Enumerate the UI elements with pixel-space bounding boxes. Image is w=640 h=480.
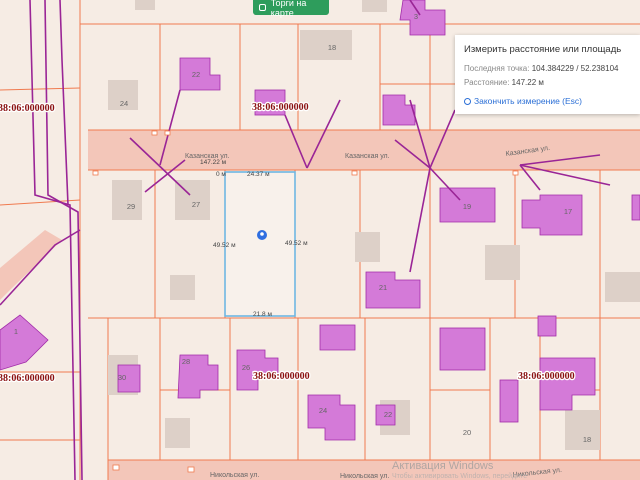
cadastral-zone-label: 38:06:000000 — [518, 371, 575, 382]
last-point-row: Последняя точка: 104.384229 / 52.238104 — [464, 64, 618, 73]
svg-text:24: 24 — [319, 406, 327, 415]
road-kazanskaya — [88, 130, 640, 170]
location-pin[interactable] — [257, 230, 267, 240]
distance-label: Расстояние: — [464, 78, 510, 87]
svg-text:26: 26 — [242, 363, 250, 372]
auctions-toggle-label: Торги на карте — [270, 0, 307, 18]
distance-value: 147.22 м — [511, 78, 544, 87]
svg-text:18: 18 — [328, 43, 336, 52]
road-diagonal — [0, 230, 62, 300]
measure-left-label: 49.52 м — [213, 242, 236, 249]
finish-measure-button[interactable]: Закончить измерение (Esc) — [464, 96, 582, 106]
measure-panel: Измерить расстояние или площадь Последня… — [455, 35, 640, 114]
svg-text:22: 22 — [192, 70, 200, 79]
check-circle-icon — [464, 97, 471, 105]
cadastral-zone-label: 38:06:000000 — [0, 373, 55, 384]
svg-text:21: 21 — [379, 283, 387, 292]
svg-text:29: 29 — [127, 202, 135, 211]
checkbox-icon[interactable] — [259, 4, 266, 11]
street-label: Казанская ул. — [185, 153, 230, 160]
measure-bottom-label: 21.8 м — [253, 311, 272, 318]
street-label: Никольская ул. — [210, 472, 259, 479]
last-point-label: Последняя точка: — [464, 64, 530, 73]
measure-total-label: 147.22 м — [200, 159, 227, 166]
svg-text:3: 3 — [414, 12, 418, 21]
measure-panel-title: Измерить расстояние или площадь — [464, 44, 622, 55]
cadastral-zone-label: 38:06:000000 — [252, 102, 309, 113]
measure-right-label: 49.52 м — [285, 240, 308, 247]
auctions-toggle[interactable]: Торги на карте — [253, 0, 329, 18]
last-point-value: 104.384229 / 52.238104 — [531, 64, 619, 73]
svg-text:1: 1 — [14, 327, 18, 336]
svg-text:20: 20 — [463, 428, 471, 437]
cadastral-zone-label: 38:06:000000 — [253, 371, 310, 382]
measure-top-label: 24.37 м — [247, 171, 270, 178]
svg-text:19: 19 — [463, 202, 471, 211]
svg-text:27: 27 — [192, 200, 200, 209]
svg-text:24: 24 — [120, 99, 128, 108]
finish-measure-label: Закончить измерение (Esc) — [474, 96, 582, 106]
street-label: Казанская ул. — [345, 153, 390, 160]
street-label: Никольская ул. — [340, 473, 389, 480]
svg-text:28: 28 — [182, 357, 190, 366]
windows-activation-hint: Чтобы активировать Windows, перейдите — [392, 473, 528, 480]
svg-text:18: 18 — [583, 435, 591, 444]
svg-text:22: 22 — [384, 410, 392, 419]
cadastral-zone-label: 38:06:000000 — [0, 103, 55, 114]
svg-text:30: 30 — [118, 373, 126, 382]
svg-text:17: 17 — [564, 207, 572, 216]
measure-zero-label: 0 м — [216, 171, 226, 178]
distance-row: Расстояние: 147.22 м — [464, 78, 544, 87]
windows-activation-watermark: Активация Windows — [392, 460, 494, 472]
